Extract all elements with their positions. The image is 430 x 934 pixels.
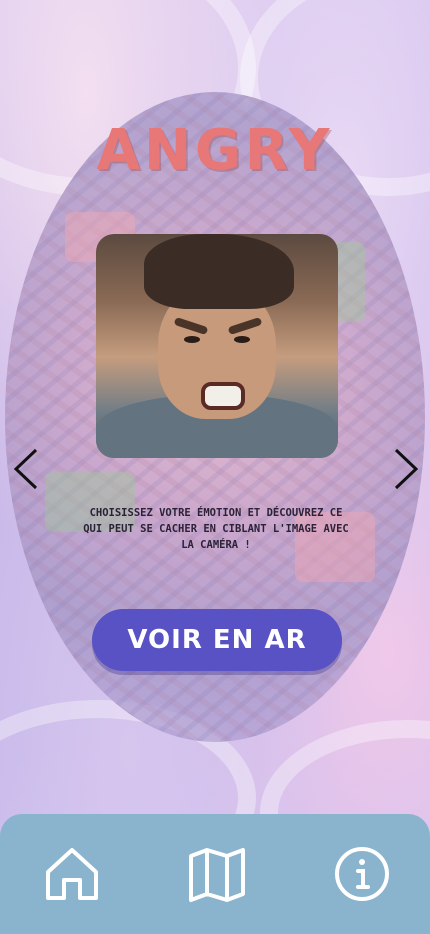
bottom-navbar [0, 814, 430, 934]
chevron-left-icon [13, 448, 38, 490]
map-icon [189, 848, 245, 902]
chevron-right-icon [394, 448, 419, 490]
emotion-title: ANGRY [96, 118, 334, 183]
nav-home-button[interactable] [40, 842, 104, 906]
next-emotion-button[interactable] [382, 446, 428, 492]
app-screen: ANGRY Choisissez votre émotion et découv… [0, 0, 430, 934]
info-icon [335, 847, 389, 901]
previous-emotion-button[interactable] [4, 446, 50, 492]
instruction-text: Choisissez votre émotion et découvrez ce… [83, 507, 349, 551]
nav-map-button[interactable] [185, 842, 249, 906]
emotion-image[interactable] [96, 234, 338, 458]
nav-info-button[interactable] [330, 842, 394, 906]
home-icon [46, 848, 98, 900]
view-in-ar-button[interactable]: VOIR EN AR [92, 609, 342, 671]
